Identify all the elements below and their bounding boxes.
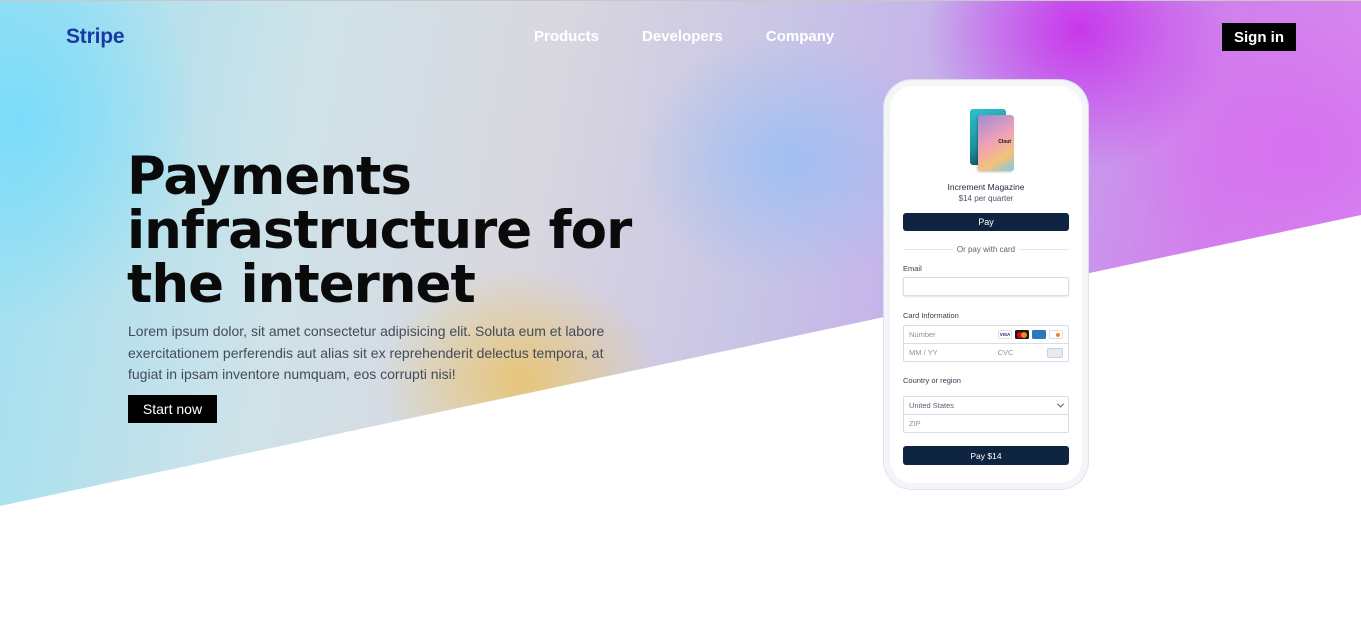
nav-item-developers[interactable]: Developers (642, 28, 723, 45)
email-label: Email (903, 264, 922, 273)
stripe-logo[interactable]: Stripe (66, 25, 125, 49)
divider-line-left (903, 249, 953, 250)
card-number-placeholder: Number (909, 330, 936, 339)
divider-line-right (1019, 249, 1069, 250)
cvc-card-icon (1047, 347, 1063, 358)
apple-pay-button[interactable]: Pay (903, 213, 1069, 231)
expiry-cvc-row: MM / YY CVC (903, 344, 1069, 362)
pay-button[interactable]: Pay $14 (903, 446, 1069, 465)
headline-line-1: Payments (127, 146, 412, 207)
hero-description: Lorem ipsum dolor, sit amet consectetur … (128, 323, 605, 382)
mastercard-icon (1015, 330, 1029, 339)
product-price: $14 per quarter (958, 194, 1014, 203)
phone-mockup: Increment Magazine $14 per quarter Pay O… (884, 80, 1088, 489)
country-select[interactable]: United States (903, 396, 1069, 415)
country-label: Country or region (903, 376, 961, 385)
headline-line-3: the internet (127, 254, 476, 315)
nav-item-products[interactable]: Products (534, 28, 599, 45)
card-brands: VISA (998, 330, 1063, 339)
magazine-cover-image (970, 109, 1014, 171)
nav-item-company[interactable]: Company (766, 28, 834, 45)
country-value: United States (909, 401, 955, 410)
visa-icon: VISA (998, 330, 1012, 339)
amex-icon (1032, 330, 1046, 339)
cvc-field[interactable]: CVC (998, 348, 1014, 357)
headline-line-2: infrastructure for (127, 200, 632, 261)
discover-icon (1049, 330, 1063, 339)
email-field[interactable] (903, 277, 1069, 296)
checkout-screen: Increment Magazine $14 per quarter Pay O… (890, 86, 1082, 483)
sign-in-button[interactable]: Sign in (1222, 23, 1296, 51)
zip-placeholder: ZIP (909, 419, 921, 428)
zip-field[interactable]: ZIP (903, 415, 1069, 433)
hero-headline: Payments infrastructure for the internet (127, 150, 647, 312)
expiry-field[interactable]: MM / YY (909, 348, 938, 357)
start-now-button[interactable]: Start now (128, 395, 217, 423)
divider-text: Or pay with card (956, 245, 1016, 254)
product-name: Increment Magazine (947, 182, 1025, 192)
card-information-label: Card Information (903, 311, 959, 320)
magazine-front-cover (978, 115, 1014, 171)
card-number-field[interactable]: Number VISA (903, 325, 1069, 344)
chevron-down-icon (1056, 400, 1065, 408)
main-nav: Products Developers Company (534, 28, 834, 45)
pay-with-card-divider: Or pay with card (903, 244, 1069, 255)
